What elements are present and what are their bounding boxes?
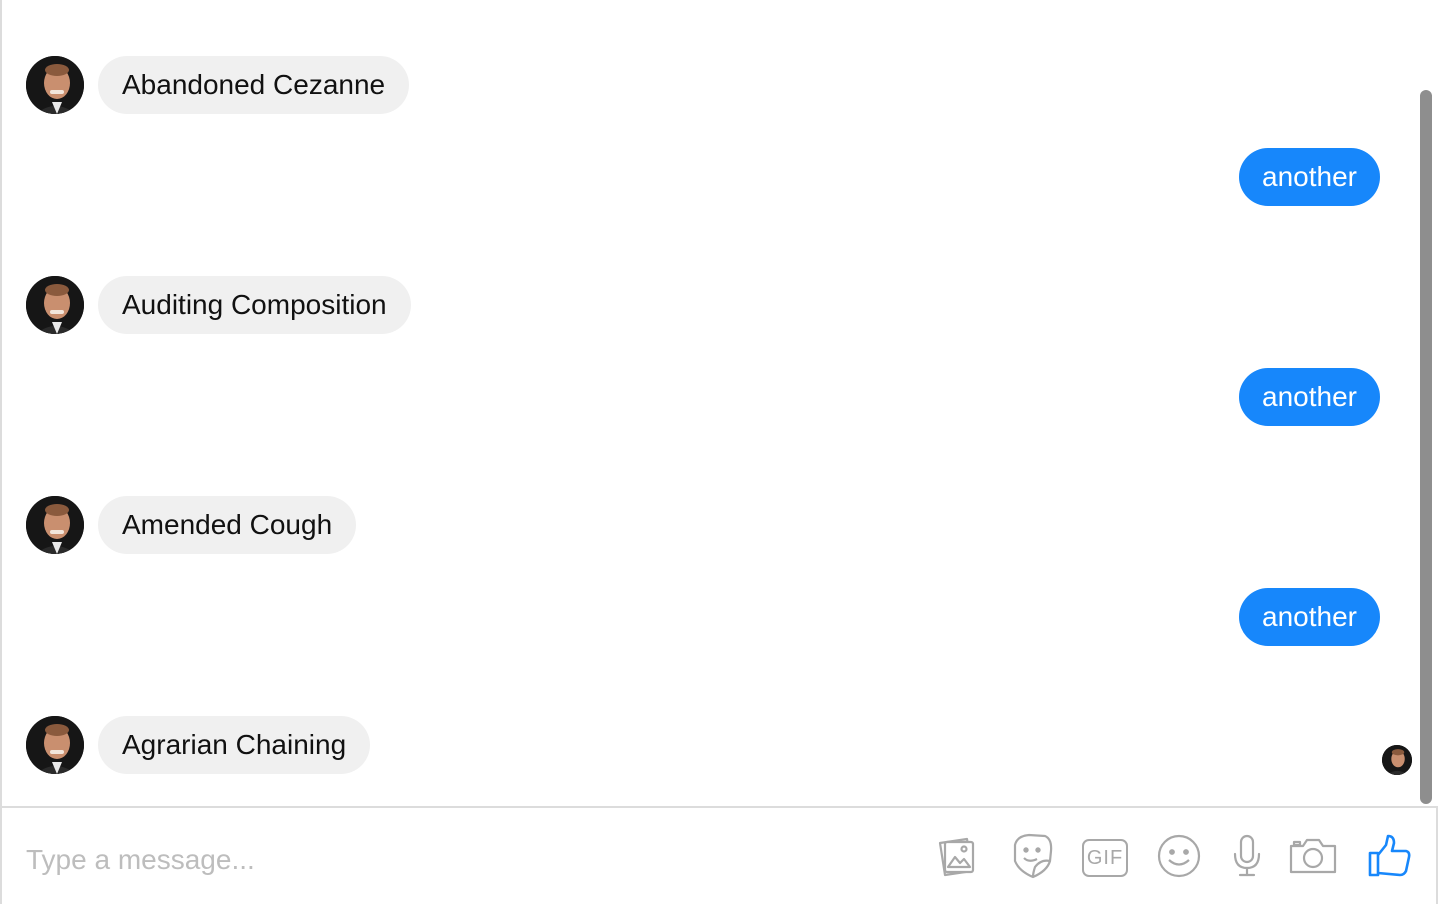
scrollbar-thumb[interactable] [1420,90,1432,804]
message-row-outgoing: another [2,368,1416,426]
emoji-button[interactable] [1152,830,1206,886]
contact-avatar[interactable] [26,716,84,774]
outgoing-message-bubble: another [1239,368,1380,426]
outgoing-message-bubble: another [1239,148,1380,206]
thumbs-up-icon [1366,833,1412,884]
incoming-message-bubble: Auditing Composition [98,276,411,334]
send-gif-button[interactable]: GIF [1078,830,1132,886]
microphone-icon [1230,833,1264,884]
message-composer: GIF [2,806,1436,904]
send-photo-button[interactable] [930,830,984,886]
voice-clip-button[interactable] [1220,830,1274,886]
camera-button[interactable] [1286,830,1340,886]
photo-icon [934,833,980,884]
message-row-incoming: Auditing Composition [2,276,1416,334]
scrollbar-track[interactable] [1416,0,1438,806]
send-like-button[interactable] [1362,830,1416,886]
emoji-icon [1156,833,1202,884]
message-row-incoming: Abandoned Cezanne [2,56,1416,114]
send-sticker-button[interactable] [1004,830,1058,886]
message-row-outgoing: another [2,148,1416,206]
incoming-message-bubble: Agrarian Chaining [98,716,371,774]
incoming-message-bubble: Abandoned Cezanne [98,56,410,114]
seen-receipt-avatar [1382,745,1412,775]
outgoing-message-bubble: another [1239,588,1380,646]
message-row-incoming: Amended Cough [2,496,1416,554]
message-input[interactable] [24,834,888,886]
contact-avatar[interactable] [26,276,84,334]
message-row-incoming: Agrarian Chaining [2,716,1416,774]
message-thread[interactable]: Abandoned Cezanne another Auditing Compo… [2,0,1416,806]
gif-icon: GIF [1082,839,1128,877]
contact-avatar[interactable] [26,56,84,114]
sticker-icon [1007,831,1055,886]
camera-icon [1288,836,1338,881]
contact-avatar[interactable] [26,496,84,554]
message-row-outgoing: another [2,588,1416,646]
incoming-message-bubble: Amended Cough [98,496,357,554]
